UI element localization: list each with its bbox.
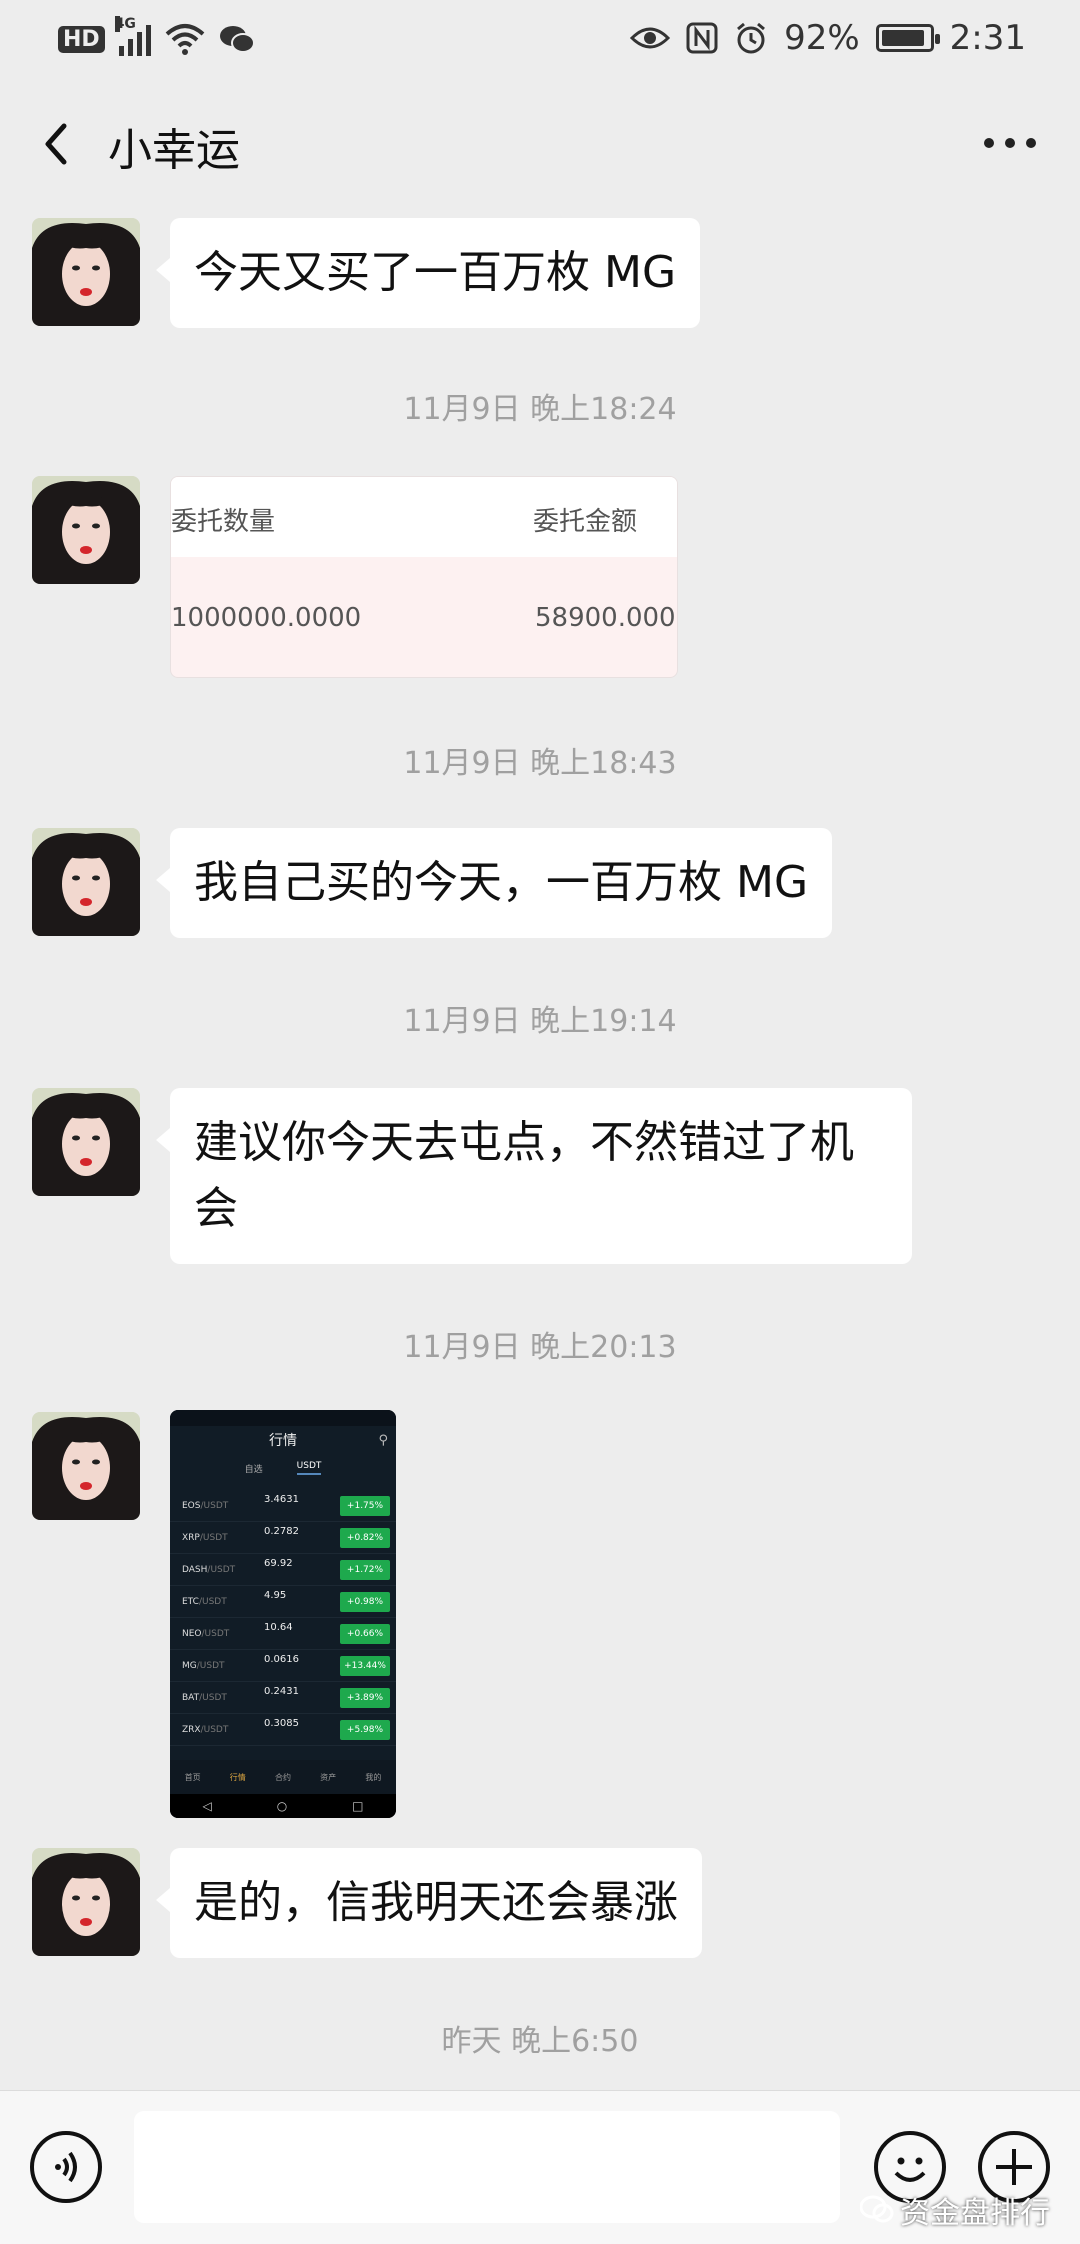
market-price: 4.95 bbox=[264, 1590, 287, 1601]
market-tabs: 自选 USDT bbox=[170, 1456, 396, 1480]
image-nav-item: 我的 bbox=[365, 1772, 382, 1782]
market-symbol: ZRX/USDT bbox=[182, 1725, 229, 1735]
market-change-badge: +3.89% bbox=[340, 1688, 390, 1708]
market-change-badge: +5.98% bbox=[340, 1720, 390, 1740]
eye-icon bbox=[630, 27, 671, 49]
chat-title: 小幸运 bbox=[108, 125, 240, 176]
wechat-official-icon bbox=[860, 2195, 894, 2223]
contact-avatar[interactable] bbox=[32, 828, 140, 936]
wifi-icon bbox=[165, 24, 205, 55]
market-symbol: MG/USDT bbox=[182, 1661, 225, 1671]
back-triangle-icon: ◁ bbox=[202, 1799, 212, 1813]
market-row: EOS/USDT 3.4631 +1.75% bbox=[170, 1490, 396, 1522]
market-row: ETC/USDT 4.95 +0.98% bbox=[170, 1586, 396, 1618]
message-input[interactable] bbox=[134, 2111, 840, 2223]
message-bubble[interactable]: 今天又买了一百万枚 MG bbox=[155, 218, 701, 328]
market-price: 3.4631 bbox=[264, 1494, 299, 1505]
market-list: EOS/USDT 3.4631 +1.75% XRP/USDT 0.2782 +0.82%… bbox=[170, 1490, 396, 1746]
image-nav-item: 首页 bbox=[184, 1772, 201, 1782]
order-amount-value: 58900.0000 bbox=[535, 603, 678, 633]
market-price: 0.2782 bbox=[264, 1526, 299, 1537]
image-system-nav: ◁ ○ □ bbox=[170, 1794, 396, 1818]
market-symbol: EOS/USDT bbox=[182, 1501, 229, 1511]
market-symbol: NEO/USDT bbox=[182, 1629, 230, 1639]
market-row: DASH/USDT 69.92 +1.72% bbox=[170, 1554, 396, 1586]
message-timestamp: 11月9日 晚上18:43 bbox=[403, 746, 677, 781]
nfc-icon bbox=[686, 22, 718, 54]
market-price: 0.3085 bbox=[264, 1718, 299, 1729]
back-arrow-icon[interactable] bbox=[32, 114, 82, 174]
home-circle-icon: ○ bbox=[276, 1799, 288, 1813]
market-title-text: 行情 bbox=[269, 1433, 297, 1449]
contact-avatar[interactable] bbox=[32, 1412, 140, 1520]
market-symbol: ETC/USDT bbox=[182, 1597, 227, 1607]
message-timestamp: 昨天 晚上6:50 bbox=[441, 2024, 639, 2059]
chat-header: 小幸运 bbox=[0, 100, 1080, 195]
message-bubble[interactable]: 是的，信我明天还会暴涨 bbox=[156, 1848, 702, 1958]
market-change-badge: +1.75% bbox=[340, 1496, 390, 1516]
market-price: 69.92 bbox=[264, 1558, 293, 1569]
market-change-badge: +13.44% bbox=[340, 1656, 390, 1676]
image-nav-item: 合约 bbox=[274, 1772, 291, 1782]
image-nav-item: 资产 bbox=[320, 1772, 337, 1782]
market-row: NEO/USDT 10.64 +0.66% bbox=[170, 1618, 396, 1650]
order-qty-header: 委托数量 bbox=[171, 507, 276, 537]
watermark-text: 资金盘排行 bbox=[900, 2196, 1050, 2231]
hd-indicator: HD bbox=[58, 25, 105, 53]
order-screenshot-image[interactable]: 委托数量 委托金额 1000000.0000 58900.0000 bbox=[170, 476, 678, 678]
message-timestamp: 11月9日 晚上18:24 bbox=[403, 392, 677, 427]
wechat-icon bbox=[219, 26, 255, 53]
order-qty-value: 1000000.0000 bbox=[171, 603, 362, 633]
market-change-badge: +0.98% bbox=[340, 1592, 390, 1612]
image-status-bar bbox=[170, 1410, 396, 1426]
network-type: 4G bbox=[114, 16, 136, 32]
more-options-icon[interactable] bbox=[984, 138, 1036, 148]
signal-icon: 4G bbox=[114, 16, 151, 56]
search-icon: ⚲ bbox=[378, 1433, 388, 1448]
market-row: XRP/USDT 0.2782 +0.82% bbox=[170, 1522, 396, 1554]
contact-avatar[interactable] bbox=[32, 1848, 140, 1956]
alarm-icon bbox=[737, 22, 766, 54]
message-timestamp: 11月9日 晚上20:13 bbox=[403, 1330, 677, 1365]
battery-icon bbox=[875, 24, 940, 52]
market-screenshot-image[interactable]: 行情 ⚲ 自选 USDT EOS/USDT 3.4631 +1.75% XRP/USD… bbox=[170, 1410, 396, 1818]
message-bubble[interactable]: 我自己买的今天，一百万枚 MG bbox=[155, 828, 833, 938]
order-amount-header: 委托金额 bbox=[533, 507, 638, 537]
market-price: 0.0616 bbox=[264, 1654, 299, 1665]
market-symbol: DASH/USDT bbox=[182, 1565, 236, 1575]
contact-avatar[interactable] bbox=[32, 476, 140, 584]
image-nav-item: 行情 bbox=[229, 1772, 246, 1782]
voice-input-button[interactable] bbox=[30, 2131, 102, 2203]
message-bubble[interactable]: 建议你今天去屯点，不然错过了机会 bbox=[156, 1088, 912, 1264]
message-timestamp: 11月9日 晚上19:14 bbox=[403, 1004, 677, 1039]
contact-avatar[interactable] bbox=[32, 218, 140, 326]
market-row: ZRX/USDT 0.3085 +5.98% bbox=[170, 1714, 396, 1746]
watermark: 资金盘排行 bbox=[860, 2188, 1050, 2232]
market-price: 0.2431 bbox=[264, 1686, 299, 1697]
contact-avatar[interactable] bbox=[32, 1088, 140, 1196]
recents-square-icon: □ bbox=[352, 1799, 364, 1813]
clock: 2:31 bbox=[949, 18, 1026, 58]
market-row: MG/USDT 0.0616 +13.44% bbox=[170, 1650, 396, 1682]
market-price: 10.64 bbox=[264, 1622, 293, 1633]
market-symbol: BAT/USDT bbox=[182, 1693, 227, 1703]
market-change-badge: +1.72% bbox=[340, 1560, 390, 1580]
market-change-badge: +0.66% bbox=[340, 1624, 390, 1644]
market-symbol: XRP/USDT bbox=[182, 1533, 228, 1543]
market-row: BAT/USDT 0.2431 +3.89% bbox=[170, 1682, 396, 1714]
voice-icon bbox=[55, 2151, 77, 2183]
status-bar: HD 4G 92% 2:31 bbox=[0, 0, 1080, 80]
market-title: 行情 ⚲ bbox=[170, 1426, 396, 1456]
market-tab: USDT bbox=[296, 1461, 322, 1475]
battery-percent: 92% bbox=[784, 18, 860, 58]
market-change-badge: +0.82% bbox=[340, 1528, 390, 1548]
market-tab: 自选 bbox=[244, 1464, 263, 1475]
image-bottom-nav: 首页 行情 合约 资产 我的 bbox=[170, 1760, 396, 1794]
